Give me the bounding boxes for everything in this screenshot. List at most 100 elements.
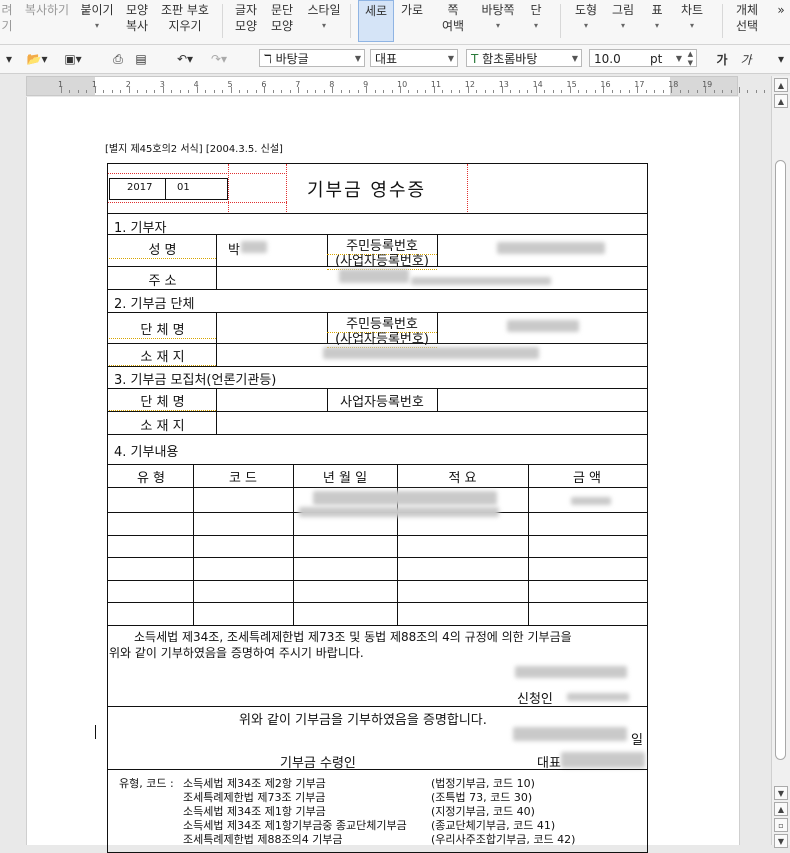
spinner-icon[interactable]: ▲ ▼	[688, 50, 693, 68]
horizontal-ruler[interactable]: 1 1 2 3 4 5 6 7 8 9 10 11 12 13 14 15 16 17 18 19	[26, 76, 766, 96]
org-name-label: 단 체 명	[109, 319, 216, 339]
ribbon-copy-button[interactable]: 복사하기	[22, 2, 72, 18]
dropdown-arrow-icon: ▼	[447, 54, 454, 63]
ruler-tick	[69, 90, 71, 93]
header-summary: 적 요	[448, 471, 477, 486]
row-line	[107, 769, 648, 770]
ribbon-overflow-button[interactable]: »	[775, 2, 787, 18]
ribbon-label: 모양	[270, 19, 294, 33]
donor-name-value[interactable]: 박	[228, 239, 240, 258]
form-caption: [별지 제45호의2 서식] [2004.3.5. 신설]	[105, 144, 283, 155]
ruler-tick	[171, 90, 173, 93]
ruler-tick	[120, 90, 122, 93]
scroll-top-icon[interactable]: ▲	[774, 78, 788, 92]
ruler-tick	[518, 90, 520, 93]
ruler-tick	[77, 90, 79, 93]
ruler-tick	[645, 90, 647, 93]
page-icon[interactable]: ▫	[774, 818, 788, 832]
day-suffix: 일	[631, 733, 643, 748]
font-combo[interactable]: T 함초롬바탕 ▼	[466, 49, 582, 67]
ribbon-divider	[560, 4, 561, 38]
ruler-tick	[196, 87, 198, 93]
ribbon-page-margin-button[interactable]: 쪽 여백	[436, 2, 470, 34]
ribbon-paste-button[interactable]: 붙이기 ▾	[78, 2, 116, 34]
toolbar-dropdown-arrow-icon[interactable]: ▾	[2, 49, 16, 69]
serial-year[interactable]: 2017	[127, 182, 152, 193]
ruler-number: 16	[600, 80, 611, 89]
font-size-value: 10.0	[594, 52, 621, 66]
ruler-tick	[213, 90, 215, 93]
ruler-tick	[357, 90, 359, 93]
ribbon-format-copy-button[interactable]: 모양 복사	[122, 2, 152, 34]
ruler-tick	[289, 90, 291, 93]
ruler-tick	[111, 90, 113, 93]
vertical-scrollbar[interactable]: ▲ ▲ ▼ ▲ ▫ ▼	[771, 76, 790, 848]
ruler-tick	[306, 90, 308, 93]
serial-number[interactable]: 01	[177, 182, 190, 193]
ribbon-column-button[interactable]: 단 ▾	[526, 2, 546, 34]
ruler-tick	[747, 90, 749, 93]
ruler-tick	[467, 87, 469, 93]
next-page-icon[interactable]: ▼	[774, 834, 788, 848]
ribbon-chart-button[interactable]: 차트 ▾	[676, 2, 708, 34]
confirm-statement: 위와 같이 기부금을 기부하였음을 증명합니다.	[239, 713, 487, 728]
redacted-block	[299, 507, 499, 517]
prev-page-icon[interactable]: ▲	[774, 802, 788, 816]
ruler-tick	[272, 90, 274, 93]
scroll-down-icon[interactable]: ▼	[774, 786, 788, 800]
row-line	[107, 343, 648, 344]
ruler-tick	[730, 90, 732, 93]
overflow-icon: »	[777, 3, 785, 17]
ruler-tick	[374, 90, 376, 93]
ribbon-master-page-button[interactable]: 바탕쪽 ▾	[476, 2, 520, 34]
redo-icon[interactable]: ↷▾	[204, 49, 234, 69]
ruler-number: 18	[668, 80, 679, 89]
ruler-tick	[332, 87, 334, 93]
ruler-tick	[103, 90, 105, 93]
ribbon-label: 단	[530, 3, 542, 17]
style-combo[interactable]: ℸ 바탕글 ▼	[259, 49, 365, 67]
scroll-thumb[interactable]	[775, 160, 786, 760]
preview-icon[interactable]: ▤	[132, 49, 150, 69]
ribbon-landscape-button[interactable]: 가로	[398, 2, 426, 18]
col-line	[216, 234, 217, 289]
ribbon-para-shape-button[interactable]: 문단 모양	[268, 2, 296, 34]
ribbon-clear-codes-button[interactable]: 조판 부호 지우기	[158, 2, 212, 34]
bold-button[interactable]: 가	[714, 49, 730, 69]
ruler-tick	[535, 87, 537, 93]
scroll-up-icon[interactable]: ▲	[774, 94, 788, 108]
text-cursor	[95, 725, 96, 739]
font-size-input[interactable]: 10.0 pt ▼ ▲ ▼	[589, 49, 697, 67]
ribbon-picture-button[interactable]: 그림 ▾	[608, 2, 638, 34]
ruler-tick	[349, 90, 351, 93]
ribbon-label: 복사	[125, 19, 149, 33]
ruler-tick	[510, 90, 512, 93]
ribbon-label: 쪽	[447, 3, 459, 17]
ribbon-object-select-button[interactable]: 개체 선택	[730, 2, 764, 34]
redacted-block	[561, 752, 645, 768]
ribbon-label: 선택	[735, 19, 759, 33]
italic-button[interactable]: 가	[738, 49, 754, 69]
open-folder-icon[interactable]: 📂▾	[22, 49, 52, 69]
ruler-tick	[383, 90, 385, 93]
ribbon-cut-button[interactable]: 려기	[0, 2, 14, 34]
language-combo[interactable]: 대표 ▼	[370, 49, 458, 67]
col-line	[528, 464, 529, 625]
print-icon[interactable]: ⎙	[108, 49, 128, 69]
ruler-tick	[501, 87, 503, 93]
ribbon-label: 도형	[574, 3, 598, 17]
ribbon-style-button[interactable]: 스타일 ▾	[304, 2, 344, 34]
dropdown-arrow-icon: ▾	[689, 21, 694, 30]
undo-icon[interactable]: ↶▾	[168, 49, 202, 69]
dropdown-arrow-icon: ▾	[94, 21, 99, 30]
collector-name-label: 단 체 명	[109, 391, 216, 411]
toolbar-overflow-icon[interactable]: ▾	[774, 49, 788, 69]
ribbon-shape-button[interactable]: 도형 ▾	[570, 2, 602, 34]
ruler-tick	[569, 87, 571, 93]
ribbon-portrait-button[interactable]: 세로	[358, 0, 394, 42]
ribbon-char-shape-button[interactable]: 글자 모양	[232, 2, 260, 34]
save-icon[interactable]: ▣▾	[58, 49, 88, 69]
ruler-tick	[561, 90, 563, 93]
ribbon-table-button[interactable]: 표 ▾	[646, 2, 668, 34]
id-label-sub: (사업자등록번호)	[327, 250, 437, 270]
